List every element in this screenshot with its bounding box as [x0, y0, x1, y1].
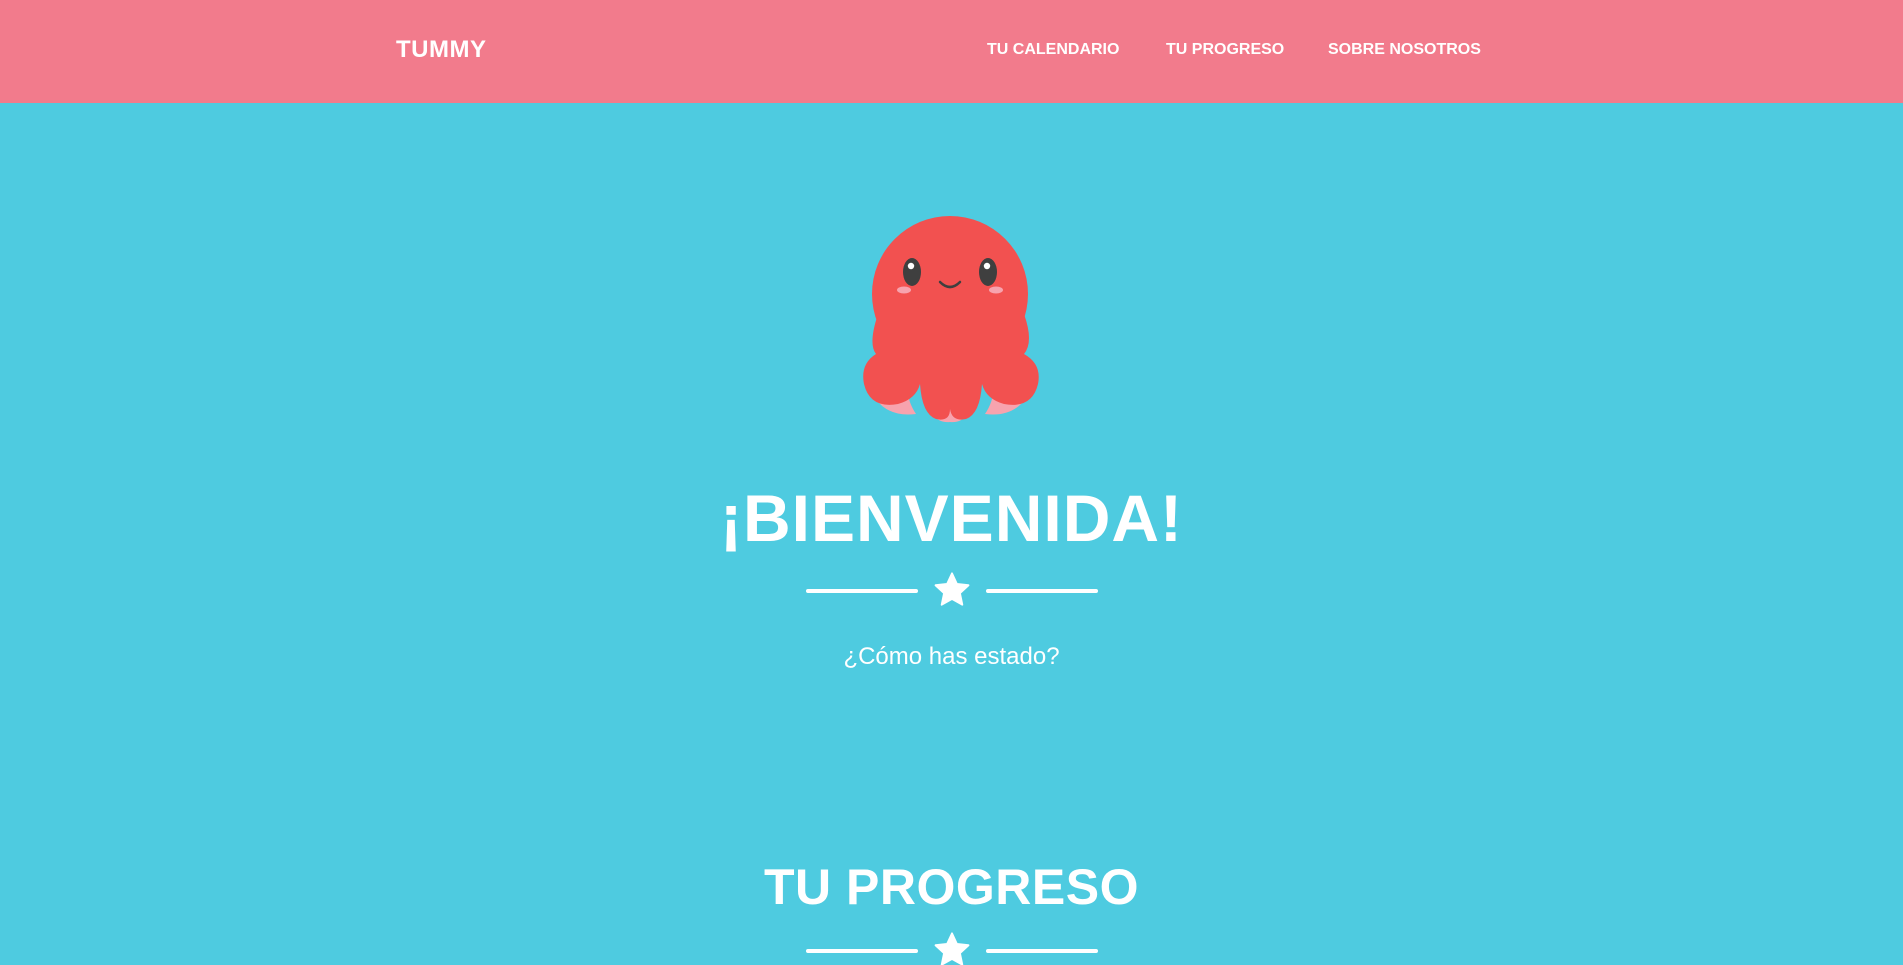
star-icon: [934, 572, 970, 606]
welcome-title: ¡BIENVENIDA!: [719, 481, 1183, 555]
divider-line: [806, 589, 918, 593]
divider-line: [986, 589, 1098, 593]
nav-link-sobre-nosotros[interactable]: SOBRE NOSOTROS: [1328, 41, 1481, 59]
brand-logo-link[interactable]: TUMMY: [396, 36, 486, 64]
top-navbar: TUMMY TU CALENDARIO TU PROGRESO SOBRE NO…: [0, 0, 1903, 103]
welcome-subtitle: ¿Cómo has estado?: [843, 643, 1060, 670]
divider-line: [986, 949, 1098, 953]
nav-link-calendario[interactable]: TU CALENDARIO: [987, 41, 1119, 59]
divider-line: [806, 949, 918, 953]
nav-link-progreso[interactable]: TU PROGRESO: [1166, 41, 1284, 59]
star-divider: [806, 931, 1098, 965]
star-icon: [934, 932, 970, 965]
octopus-icon: [863, 216, 1039, 423]
progress-section-title: TU PROGRESO: [764, 859, 1139, 915]
star-divider: [806, 571, 1098, 611]
